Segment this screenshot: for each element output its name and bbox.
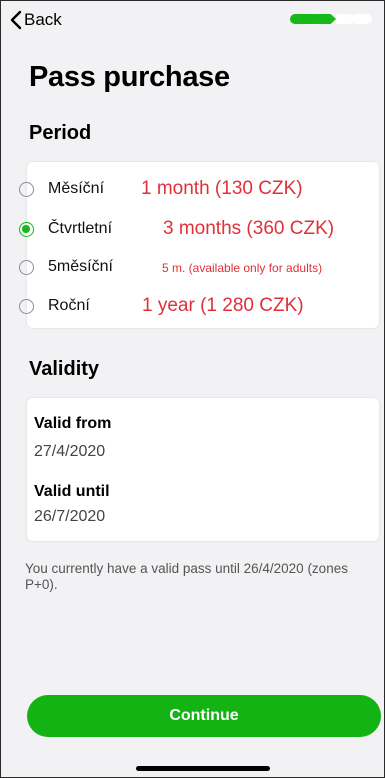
- period-option-monthly[interactable]: Měsíční 1 month (130 CZK): [19, 175, 303, 203]
- current-pass-info: You currently have a valid pass until 26…: [25, 561, 348, 592]
- period-section-title: Period: [29, 122, 92, 144]
- valid-from-value: 27/4/2020: [34, 443, 106, 460]
- valid-from-label: Valid from: [34, 415, 112, 432]
- radio-unchecked-icon[interactable]: [19, 298, 34, 314]
- progress-step-completed: [290, 14, 322, 24]
- back-label: Back: [24, 10, 62, 29]
- period-option-name: Měsíční: [48, 180, 105, 197]
- period-option-annotation: 5 m. (available only for adults): [162, 261, 323, 275]
- back-button[interactable]: Back: [10, 10, 62, 30]
- period-option-annotation: 3 months (360 CZK): [163, 218, 335, 239]
- radio-unchecked-icon[interactable]: [19, 181, 34, 197]
- radio-checked-icon[interactable]: [19, 221, 34, 237]
- period-option-name: Roční: [48, 297, 90, 314]
- page-title: Pass purchase: [29, 61, 230, 93]
- period-option-quarterly[interactable]: Čtvrtletní 3 months (360 CZK): [19, 215, 334, 243]
- nav-bar: Back: [1, 1, 384, 41]
- step-progress-indicator: [290, 14, 372, 24]
- radio-unchecked-icon[interactable]: [19, 259, 34, 275]
- period-option-name: 5měsíční: [48, 258, 113, 275]
- period-option-name: Čtvrtletní: [48, 220, 113, 237]
- valid-until-value: 26/7/2020: [34, 508, 106, 525]
- screen: Back Pass purchase Period Měsíční 1 mont…: [0, 0, 385, 778]
- period-option-annotation: 1 month (130 CZK): [141, 178, 303, 199]
- continue-button[interactable]: Continue: [27, 695, 381, 737]
- validity-section-title: Validity: [29, 358, 100, 380]
- home-indicator: [136, 766, 270, 771]
- period-option-five-month[interactable]: 5měsíční 5 m. (available only for adults…: [19, 253, 322, 281]
- chevron-left-icon: [10, 10, 22, 30]
- period-option-annotation: 1 year (1 280 CZK): [142, 295, 304, 316]
- period-option-yearly[interactable]: Roční 1 year (1 280 CZK): [19, 292, 304, 320]
- valid-until-label: Valid until: [34, 483, 110, 500]
- progress-step-pending: [351, 14, 372, 24]
